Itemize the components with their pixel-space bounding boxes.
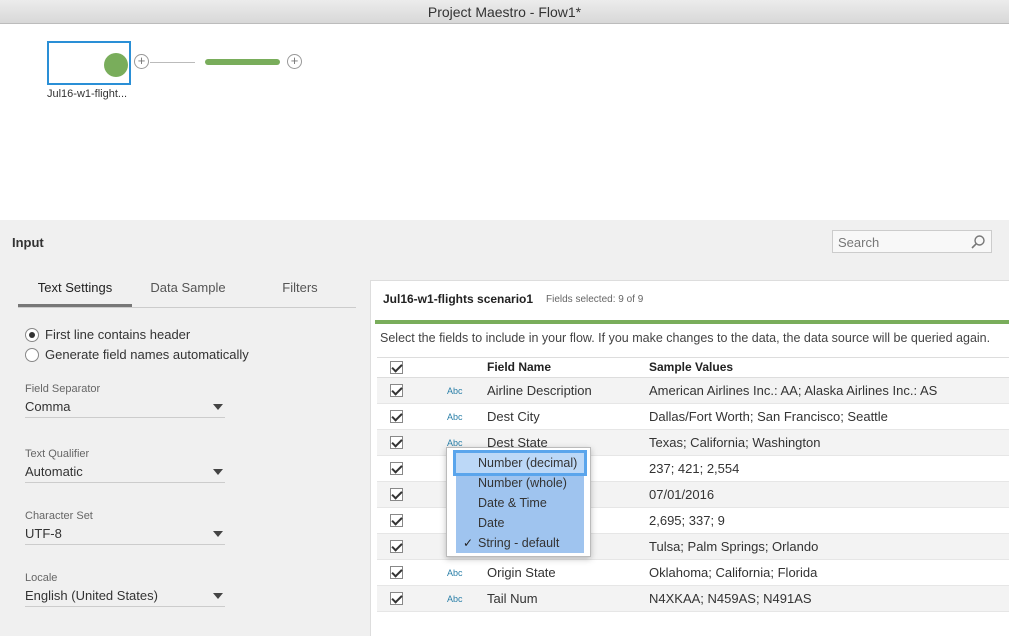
sample-values: Oklahoma; California; Florida [649,565,818,580]
field-checkbox[interactable] [390,436,403,449]
flow-node-input[interactable] [47,41,131,85]
menu-item-label: Date & Time [478,496,547,510]
fields-description: Select the fields to include in your flo… [380,331,991,345]
radio-button-selected[interactable] [25,328,39,342]
source-accent-bar [375,320,1009,324]
panel-title: Input [12,235,44,250]
sample-values: Tulsa; Palm Springs; Orlando [649,539,819,554]
select-value: Comma [25,399,71,414]
menu-item-date[interactable]: Date [456,513,584,533]
field-separator-select[interactable]: Comma [25,398,225,418]
field-name: Tail Num [487,591,538,606]
locale-select[interactable]: English (United States) [25,587,225,607]
sample-values: Dallas/Fort Worth; San Francisco; Seattl… [649,409,888,424]
flow-progress-bar [205,59,280,65]
setting-label: Text Qualifier [25,448,90,460]
menu-item-label: Number (whole) [478,476,567,490]
menu-item-date-time[interactable]: Date & Time [456,493,584,513]
flow-node-label: Jul16-w1-flight... [47,88,128,100]
field-separator-setting: Field Separator Comma [25,383,225,418]
radio-label: Generate field names automatically [45,347,249,362]
field-name: Origin State [487,565,556,580]
locale-setting: Locale English (United States) [25,572,225,607]
menu-item-number-decimal[interactable]: Number (decimal) [453,450,587,476]
data-type-icon[interactable]: Abc [447,412,463,422]
setting-label: Character Set [25,510,93,522]
sample-values: 2,695; 337; 9 [649,513,725,528]
data-type-icon[interactable]: Abc [447,568,463,578]
column-header-sample-values: Sample Values [649,360,734,374]
chevron-down-icon [213,593,223,599]
window-title: Project Maestro - Flow1* [0,0,1009,24]
tab-text-settings[interactable]: Text Settings [18,278,132,307]
sample-values: American Airlines Inc.: AA; Alaska Airli… [649,383,938,398]
settings-tabs: Text Settings Data Sample Filters [18,278,356,308]
input-panel: Input Search Text Settings Data Sample F… [0,220,1009,636]
search-icon[interactable] [970,234,986,250]
table-row: Abc Origin State Oklahoma; California; F… [377,560,1009,586]
table-header: Field Name Sample Values [377,358,1009,378]
radio-label: First line contains header [45,327,191,342]
table-row: Abc Tail Num N4XKAA; N459AS; N491AS [377,586,1009,612]
flow-connector [150,62,195,63]
data-type-options: Number (decimal) Number (whole) Date & T… [453,450,587,553]
character-set-select[interactable]: UTF-8 [25,525,225,545]
text-qualifier-setting: Text Qualifier Automatic [25,448,225,483]
data-type-menu: Number (decimal) Number (whole) Date & T… [446,447,591,557]
menu-item-label: Date [478,516,505,530]
fields-selected-count: Fields selected: 9 of 9 [546,294,644,305]
menu-item-string-default[interactable]: ✓ String - default [456,533,584,553]
field-name: Dest City [487,409,540,424]
input-node-icon [104,53,128,77]
field-checkbox[interactable] [390,488,403,501]
column-header-field-name: Field Name [487,360,552,374]
search-placeholder: Search [838,235,880,250]
table-row: Abc Airline Description American Airline… [377,378,1009,404]
field-checkbox[interactable] [390,540,403,553]
field-name: Airline Description [487,383,592,398]
select-value: UTF-8 [25,526,62,541]
add-step-icon[interactable]: + [134,54,149,69]
field-checkbox[interactable] [390,514,403,527]
sample-values: 07/01/2016 [649,487,715,502]
chevron-down-icon [213,404,223,410]
data-type-icon[interactable]: Abc [447,594,463,604]
field-checkbox[interactable] [390,462,403,475]
chevron-down-icon [213,531,223,537]
select-value: English (United States) [25,588,158,603]
field-checkbox[interactable] [390,410,403,423]
sample-values: 237; 421; 2,554 [649,461,740,476]
search-field[interactable]: Search [832,230,992,253]
table-row: Abc Dest City Dallas/Fort Worth; San Fra… [377,404,1009,430]
setting-label: Locale [25,572,58,584]
add-step-icon[interactable]: + [287,54,302,69]
tab-data-sample[interactable]: Data Sample [138,278,238,307]
character-set-setting: Character Set UTF-8 [25,510,225,545]
select-all-checkbox[interactable] [390,361,403,374]
setting-label: Field Separator [25,383,101,395]
field-checkbox[interactable] [390,566,403,579]
text-qualifier-select[interactable]: Automatic [25,463,225,483]
select-value: Automatic [25,464,83,479]
field-checkbox[interactable] [390,384,403,397]
source-title: Jul16-w1-flights scenario1 [383,292,534,306]
menu-item-label: Number (decimal) [478,456,578,470]
radio-button[interactable] [25,348,39,362]
data-type-icon[interactable]: Abc [447,386,463,396]
checkmark-icon: ✓ [463,536,474,550]
field-checkbox[interactable] [390,592,403,605]
sample-values: N4XKAA; N459AS; N491AS [649,591,812,606]
flow-canvas[interactable]: + + Jul16-w1-flight... [0,24,1009,220]
chevron-down-icon [213,469,223,475]
sample-values: Texas; California; Washington [649,435,821,450]
menu-item-label: String - default [478,536,560,550]
tab-filters[interactable]: Filters [250,278,350,307]
menu-item-number-whole[interactable]: Number (whole) [456,473,584,493]
